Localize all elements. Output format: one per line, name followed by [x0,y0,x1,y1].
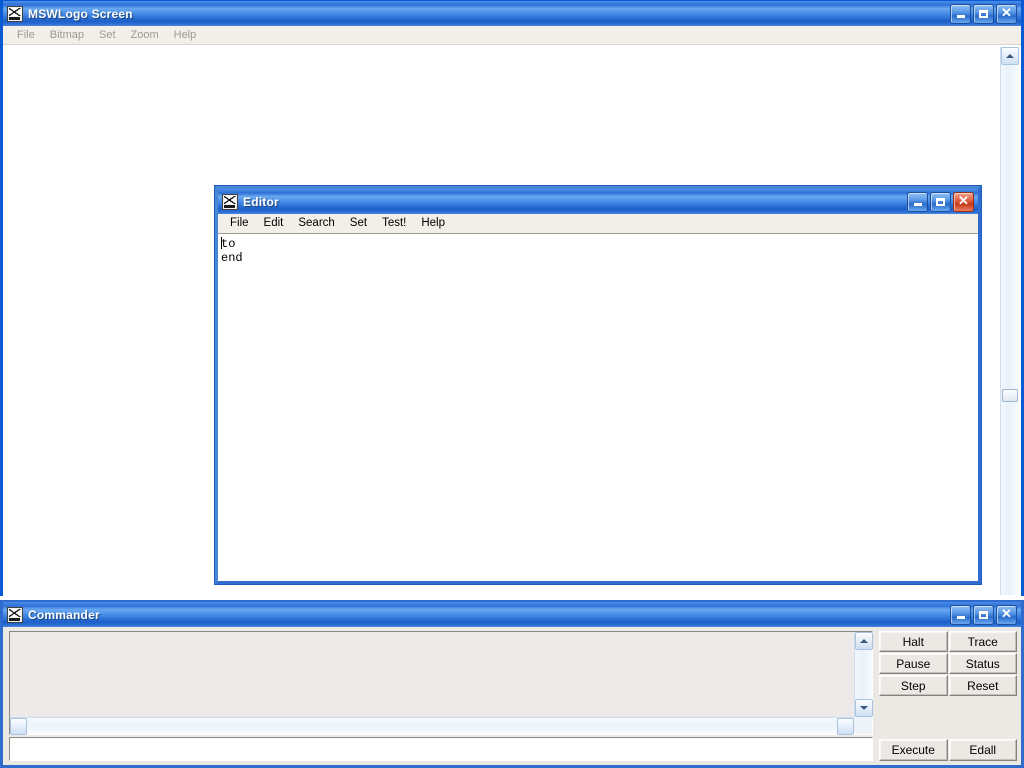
maximize-button[interactable] [973,3,994,24]
editor-maximize-button[interactable] [930,191,951,212]
editor-menu-item-test[interactable]: Test! [376,216,415,231]
minimize-icon [951,5,970,23]
close-icon: ✕ [1001,5,1012,20]
execute-button[interactable]: Execute [879,739,948,761]
commander-window-controls: ✕ [950,604,1019,625]
commander-minimize-button[interactable] [950,604,971,625]
step-button[interactable]: Step [879,675,948,696]
editor-menu-item-file[interactable]: File [224,216,258,231]
history-scroll-right-button[interactable] [837,718,854,735]
editor-menu-item-help[interactable]: Help [415,216,454,231]
close-button[interactable]: ✕ [996,3,1017,24]
pause-button[interactable]: Pause [879,653,948,674]
editor-menu-item-edit[interactable]: Edit [258,216,293,231]
menu-item-file[interactable]: File [11,28,44,43]
editor-text-area[interactable]: to end [218,234,978,581]
reset-button[interactable]: Reset [948,675,1017,696]
commander-button-pane: Halt Trace Pause Status Step Reset Execu… [877,627,1021,765]
editor-window-controls: ✕ [907,191,976,212]
mswlogo-app-icon [7,5,23,22]
minimize-button[interactable] [950,3,971,24]
editor-window: Editor ✕ File Edit Search Set Test! Help… [215,186,981,584]
history-vertical-scrollbar[interactable] [854,632,873,717]
edall-button[interactable]: Edall [948,739,1017,761]
close-icon: ✕ [958,193,969,208]
commander-action-buttons: Execute Edall [879,739,1017,761]
trace-button[interactable]: Trace [948,631,1017,652]
scroll-up-icon [1006,54,1014,58]
editor-menu-item-search[interactable]: Search [292,216,343,231]
menu-item-set[interactable]: Set [93,28,125,43]
scroll-down-icon [860,706,868,710]
commander-control-buttons: Halt Trace Pause Status Step Reset [879,631,1017,696]
history-scroll-up-button[interactable] [855,632,873,650]
mswlogo-title-text: MSWLogo Screen [28,6,133,21]
editor-titlebar: Editor ✕ [218,189,978,214]
commander-maximize-button[interactable] [973,604,994,625]
editor-menubar: File Edit Search Set Test! Help [218,214,978,234]
status-button[interactable]: Status [948,653,1017,674]
mswlogo-screen-window: MSWLogo Screen ✕ File Bitmap Set Zoom He… [0,0,1024,596]
scroll-up-icon [860,639,868,643]
scroll-up-button[interactable] [1001,47,1019,65]
editor-title-text: Editor [243,194,279,209]
maximize-icon [931,193,950,211]
minimize-icon [908,193,927,211]
menu-item-bitmap[interactable]: Bitmap [44,28,93,43]
menu-item-help[interactable]: Help [168,28,206,43]
commander-left-pane [3,627,877,765]
maximize-icon [974,5,993,23]
main-scrollbar-thumb[interactable] [1002,389,1018,402]
halt-button[interactable]: Halt [879,631,948,652]
commander-input-field[interactable] [9,737,873,761]
commander-app-icon [7,606,23,623]
editor-menu-item-set[interactable]: Set [344,216,376,231]
main-vertical-scrollbar[interactable] [1000,47,1019,595]
button-pane-spacer [879,696,1017,737]
maximize-icon [974,606,993,624]
menu-item-zoom[interactable]: Zoom [125,28,168,43]
commander-window: Commander ✕ Halt Trace Pause Status Step… [0,600,1024,768]
editor-app-icon [222,193,238,210]
editor-text-content: to end [221,237,243,265]
commander-history-output[interactable] [10,632,854,717]
mswlogo-window-controls: ✕ [950,3,1019,24]
commander-titlebar: Commander ✕ [3,602,1021,627]
mswlogo-titlebar: MSWLogo Screen ✕ [3,0,1021,26]
minimize-icon [951,606,970,624]
commander-history-wrapper [9,631,873,735]
scrollbar-corner [854,717,872,734]
editor-minimize-button[interactable] [907,191,928,212]
editor-close-button[interactable]: ✕ [953,191,974,212]
close-icon: ✕ [1001,606,1012,621]
mswlogo-menubar: File Bitmap Set Zoom Help [3,26,1021,45]
commander-close-button[interactable]: ✕ [996,604,1017,625]
history-scroll-down-button[interactable] [855,699,873,717]
history-horizontal-scrollbar[interactable] [10,717,854,735]
commander-body: Halt Trace Pause Status Step Reset Execu… [3,627,1021,765]
commander-title-text: Commander [28,607,100,622]
history-scroll-left-button[interactable] [10,718,27,735]
